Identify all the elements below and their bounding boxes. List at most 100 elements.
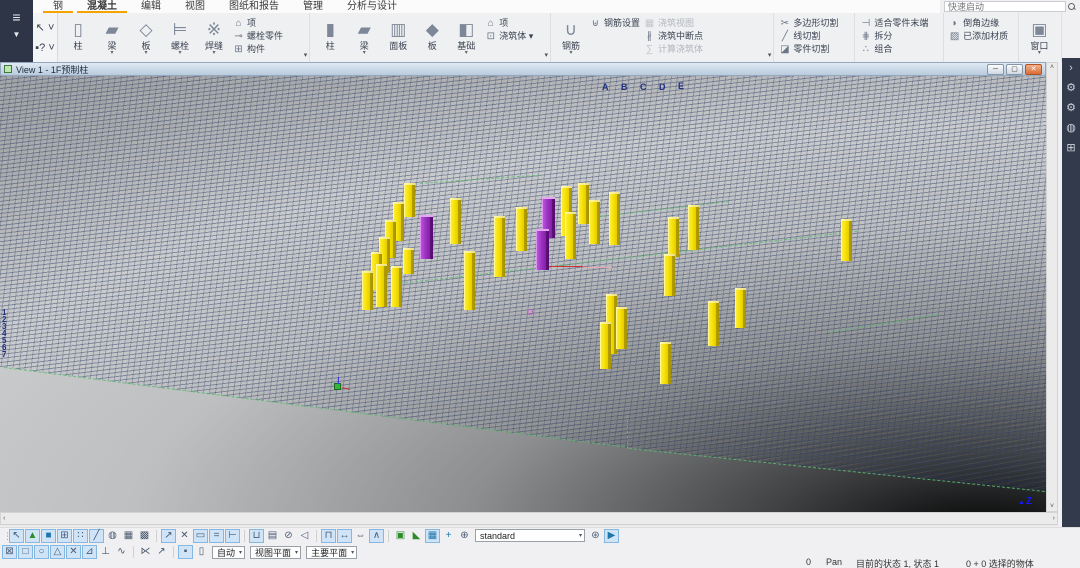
snap-plane-icon[interactable]: ▤ bbox=[265, 529, 280, 543]
view-close-button[interactable]: ✕ bbox=[1025, 64, 1042, 75]
precast-column-yellow[interactable] bbox=[600, 322, 611, 369]
precast-column-yellow[interactable] bbox=[664, 254, 675, 296]
snap-any-icon[interactable]: ⋉ bbox=[138, 545, 153, 559]
view-maximize-button[interactable]: ▢ bbox=[1006, 64, 1023, 75]
weld-button[interactable]: ※焊缝▾ bbox=[197, 15, 231, 60]
select-points-icon[interactable]: ∷ bbox=[73, 529, 88, 543]
snap-reference-icon[interactable]: ↗ bbox=[161, 529, 176, 543]
filter-settings-icon[interactable]: ⊛ bbox=[588, 529, 603, 543]
concrete-item-button[interactable]: ⌂项 bbox=[485, 18, 533, 29]
view-solid-green-icon[interactable]: ▣ bbox=[393, 529, 408, 543]
combine-button[interactable]: ∴组合 bbox=[860, 44, 928, 55]
chamfer-edge-button[interactable]: ◗倒角边缘 bbox=[949, 18, 1008, 29]
split-button[interactable]: ⋕拆分 bbox=[860, 31, 928, 42]
model-sphere-icon[interactable]: ◍ bbox=[1066, 122, 1076, 135]
snap-curve-icon[interactable]: ∿ bbox=[114, 545, 129, 559]
ribbon-group-rebar-pour-overflow-icon[interactable]: ▾ bbox=[768, 51, 772, 59]
menu-tab-view[interactable]: 视图 bbox=[173, 0, 217, 13]
poly-cut-button[interactable]: ✂多边形切割 bbox=[779, 18, 838, 29]
rebar-dropdown-icon[interactable]: ▾ bbox=[569, 51, 572, 56]
steel-column-button[interactable]: ▯柱 bbox=[61, 15, 95, 60]
quick-launch-input[interactable] bbox=[945, 2, 1068, 12]
zoom-tool-icon[interactable]: ⊕ bbox=[457, 529, 472, 543]
concrete-beam-dropdown-icon[interactable]: ▾ bbox=[363, 51, 366, 56]
snap-nearest-icon[interactable]: ∧ bbox=[369, 529, 384, 543]
select-pointer-icon[interactable]: ↖ bbox=[9, 529, 24, 543]
snap-parallel-icon[interactable]: = bbox=[209, 529, 224, 543]
precast-column-purple[interactable] bbox=[420, 215, 433, 259]
precast-column-yellow[interactable] bbox=[616, 307, 627, 349]
snap-point-box-icon[interactable]: ⊠ bbox=[2, 545, 17, 559]
precast-column-yellow[interactable] bbox=[708, 301, 719, 346]
snap-ortho-icon[interactable]: ⊓ bbox=[321, 529, 336, 543]
precast-column-yellow[interactable] bbox=[841, 219, 852, 261]
material-added-button[interactable]: ▨已添加材质 bbox=[949, 31, 1008, 42]
precast-column-yellow[interactable] bbox=[660, 342, 671, 384]
precast-column-yellow[interactable] bbox=[589, 200, 600, 244]
select-components-icon[interactable]: ■ bbox=[41, 529, 56, 543]
select-assemblies-icon[interactable]: ▲ bbox=[25, 529, 40, 543]
snap-geometry-icon[interactable]: ✕ bbox=[177, 529, 192, 543]
scroll-down-icon[interactable]: ˅ bbox=[1050, 503, 1054, 510]
rebar-button[interactable]: ∪钢筋▾ bbox=[554, 15, 588, 60]
concrete-panel-button[interactable]: ▥面板 bbox=[381, 15, 415, 60]
precast-column-yellow[interactable] bbox=[450, 198, 461, 244]
pour-object-button[interactable]: ⊡浇筑体 ▾ bbox=[485, 31, 533, 42]
weld-dropdown-icon[interactable]: ▾ bbox=[213, 51, 216, 56]
view-minimize-button[interactable]: ─ bbox=[987, 64, 1004, 75]
applications-components-icon[interactable]: ⚙ bbox=[1066, 82, 1076, 95]
scroll-up-icon[interactable]: ˄ bbox=[1050, 64, 1054, 71]
bolt-part-button[interactable]: ⊸螺栓零件 bbox=[233, 31, 283, 42]
selection-filter-dropdown[interactable]: standard▾ bbox=[475, 529, 585, 542]
pour-break-button[interactable]: ∦浇筑中断点 bbox=[644, 31, 703, 42]
snap-endpoint-icon[interactable]: ⊢ bbox=[225, 529, 240, 543]
menu-tab-steel[interactable]: 钢 bbox=[41, 0, 75, 13]
snap-mode-dropdown-arrow-icon[interactable]: ▾ bbox=[239, 549, 242, 556]
snap-frame-icon[interactable]: ▯ bbox=[194, 545, 209, 559]
work-plane-dropdown[interactable]: 主要平面▾ bbox=[306, 546, 357, 559]
steel-plate-dropdown-icon[interactable]: ▾ bbox=[145, 51, 148, 56]
select-surfaces-icon[interactable]: ◍ bbox=[105, 529, 120, 543]
view-grid-blue-icon[interactable]: ▦ bbox=[425, 529, 440, 543]
concrete-column-button[interactable]: ▮柱 bbox=[313, 15, 347, 60]
select-lines-icon[interactable]: ╱ bbox=[89, 529, 104, 543]
layout-tiles-icon[interactable]: ⊞ bbox=[1066, 142, 1075, 155]
snap-triangle-icon[interactable]: △ bbox=[50, 545, 65, 559]
snap-square-icon[interactable]: □ bbox=[18, 545, 33, 559]
menu-tab-manage[interactable]: 管理 bbox=[291, 0, 335, 13]
selection-filter-dropdown-arrow-icon[interactable]: ▾ bbox=[579, 532, 582, 539]
snap-free-icon[interactable]: ⇔ bbox=[353, 529, 368, 543]
menu-tab-drawings-reports[interactable]: 图纸和报告 bbox=[217, 0, 291, 13]
snap-direction-icon[interactable]: ↗ bbox=[154, 545, 169, 559]
rebar-settings-button[interactable]: ⊎钢筋设置 bbox=[590, 18, 640, 29]
precast-column-yellow[interactable] bbox=[464, 251, 475, 310]
precast-column-yellow[interactable] bbox=[688, 205, 699, 250]
assembly-button[interactable]: ⊞构件 bbox=[233, 44, 283, 55]
view-move-icon[interactable]: + bbox=[441, 529, 456, 543]
concrete-slab-button[interactable]: ◆板 bbox=[415, 15, 449, 60]
select-grid-lines-icon[interactable]: ▩ bbox=[137, 529, 152, 543]
view-title-bar[interactable]: View 1 - 1F预制柱 ─ ▢ ✕ bbox=[0, 62, 1046, 76]
snap-extension-icon[interactable]: ⊥ bbox=[98, 545, 113, 559]
window-dropdown-icon[interactable]: ▾ bbox=[1038, 51, 1041, 56]
precast-column-yellow[interactable] bbox=[516, 207, 527, 251]
settings-gear-icon[interactable]: ⚙ bbox=[1066, 102, 1076, 115]
snap-plane-mode-dropdown[interactable]: 视图平面▾ bbox=[250, 546, 301, 559]
model-viewport[interactable]: ABCDE1234567ZO bbox=[0, 76, 1046, 512]
precast-column-yellow[interactable] bbox=[565, 212, 576, 259]
quick-launch[interactable] bbox=[944, 1, 1066, 12]
precast-column-yellow[interactable] bbox=[578, 183, 589, 224]
snap-u-icon[interactable]: ⊔ bbox=[249, 529, 264, 543]
ribbon-group-concrete-parts-overflow-icon[interactable]: ▾ bbox=[544, 51, 548, 59]
snap-mode-dropdown[interactable]: 自动▾ bbox=[212, 546, 245, 559]
snap-plane-mode-dropdown-arrow-icon[interactable]: ▾ bbox=[295, 549, 298, 556]
ribbon-group-steel-parts-overflow-icon[interactable]: ▾ bbox=[304, 51, 308, 59]
menu-tab-concrete[interactable]: 混凝土 bbox=[75, 0, 129, 13]
pick-pointer-icon[interactable]: ▶ bbox=[604, 529, 619, 543]
app-menu-corner[interactable]: ≡ ▼ bbox=[0, 0, 33, 62]
concrete-beam-button[interactable]: ▰梁▾ bbox=[347, 15, 381, 60]
vertical-scrollbar[interactable]: ˄ ˅ bbox=[1046, 62, 1058, 512]
precast-column-yellow[interactable] bbox=[404, 183, 415, 217]
snap-rectangle-icon[interactable]: ▭ bbox=[193, 529, 208, 543]
scroll-right-icon[interactable]: › bbox=[1053, 515, 1055, 522]
